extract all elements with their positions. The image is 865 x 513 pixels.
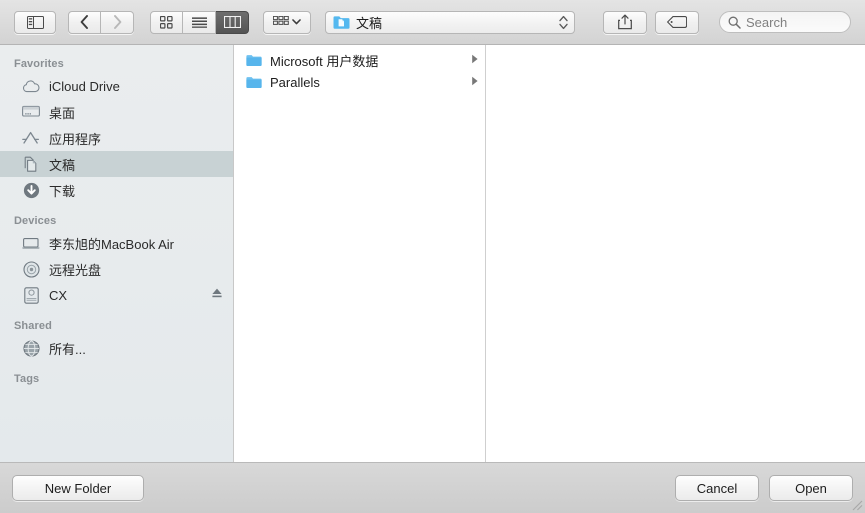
grid-icon [160,15,173,29]
external-drive-icon [22,286,40,304]
forward-button[interactable] [101,10,134,34]
folder-icon [246,74,262,90]
file-column-1: Microsoft 用户数据 Parallels [234,45,486,462]
folder-icon [246,52,262,68]
sidebar-section-favorites-header: Favorites [14,58,64,70]
disc-icon [22,260,40,278]
sidebar-item-cx-drive[interactable]: CX [0,282,233,308]
sidebar-item-label: 应用程序 [49,131,102,147]
share-icon [618,14,632,30]
stepper-arrows-icon [559,15,568,29]
desktop-icon [22,103,40,121]
sidebar-item-icloud-drive[interactable]: iCloud Drive [0,73,233,99]
column-view: Microsoft 用户数据 Parallels [234,45,865,462]
navigation-buttons [68,10,134,34]
laptop-icon [22,234,40,252]
sidebar-item-label: 李东旭的MacBook Air [49,236,174,252]
globe-icon [22,339,40,357]
column-view-button[interactable] [216,10,249,34]
cloud-icon [22,77,40,95]
arrange-button[interactable] [263,10,311,34]
blue-document-folder-icon [333,15,350,29]
open-button[interactable]: Open [769,475,853,501]
sidebar-item-documents[interactable]: 文稿 [0,151,233,177]
tag-icon [667,16,687,28]
documents-icon [22,155,40,173]
search-field[interactable]: Search [719,11,851,33]
eject-icon[interactable] [211,286,223,304]
toolbar: 文稿 Search [0,0,865,45]
sidebar-item-label: iCloud Drive [49,78,120,94]
sidebar-item-label: 所有... [49,341,86,357]
file-picker-window: 文稿 Search Favorites iCloud Drive 桌面 应用程序… [0,0,865,513]
chevron-left-icon [80,15,88,29]
disclosure-triangle-icon[interactable] [471,51,479,69]
applications-icon [22,129,40,147]
file-column-2-empty[interactable] [486,45,865,462]
tag-button[interactable] [655,10,699,34]
location-label: 文稿 [356,15,383,31]
icon-view-button[interactable] [150,10,183,34]
search-placeholder: Search [746,14,788,30]
sidebar-item-macbook-air[interactable]: 李东旭的MacBook Air [0,230,233,256]
sidebar-item-desktop[interactable]: 桌面 [0,99,233,125]
arrange-grid-icon [273,16,289,25]
new-folder-button[interactable]: New Folder [12,475,144,501]
sidebar-item-applications[interactable]: 应用程序 [0,125,233,151]
chevron-down-icon [292,19,301,25]
sidebar: Favorites iCloud Drive 桌面 应用程序 文稿 下载 Dev… [0,45,234,462]
sidebar-item-downloads[interactable]: 下载 [0,177,233,203]
bottom-bar: New Folder Cancel Open [0,462,865,513]
sidebar-section-devices-header: Devices [14,215,57,227]
list-view-button[interactable] [183,10,216,34]
file-row-parallels[interactable]: Parallels [234,71,485,93]
search-icon [728,16,741,29]
disclosure-triangle-icon[interactable] [471,73,479,91]
share-button[interactable] [603,10,647,34]
sidebar-item-label: 下载 [49,183,76,199]
sidebar-item-all-shared[interactable]: 所有... [0,335,233,361]
location-popup-button[interactable]: 文稿 [325,10,575,34]
sidebar-section-shared-header: Shared [14,320,52,332]
sidebar-section-tags-header: Tags [14,373,40,385]
sidebar-icon [26,15,44,29]
dialog-body: Favorites iCloud Drive 桌面 应用程序 文稿 下载 Dev… [0,45,865,462]
sidebar-item-label: 远程光盘 [49,262,102,278]
sidebar-item-remote-disc[interactable]: 远程光盘 [0,256,233,282]
sidebar-item-label: 文稿 [49,157,76,173]
file-name: Microsoft 用户数据 [270,53,379,69]
columns-icon [223,16,241,28]
sidebar-item-label: 桌面 [49,105,76,121]
downloads-icon [22,181,40,199]
chevron-right-icon [113,15,121,29]
back-button[interactable] [68,10,101,34]
sidebar-toggle-button[interactable] [14,10,56,34]
file-name: Parallels [270,74,320,90]
list-icon [191,16,207,28]
sidebar-item-label: CX [49,287,68,303]
cancel-button[interactable]: Cancel [675,475,759,501]
view-mode-segmented-control [150,10,249,34]
file-row-microsoft-user-data[interactable]: Microsoft 用户数据 [234,49,485,71]
